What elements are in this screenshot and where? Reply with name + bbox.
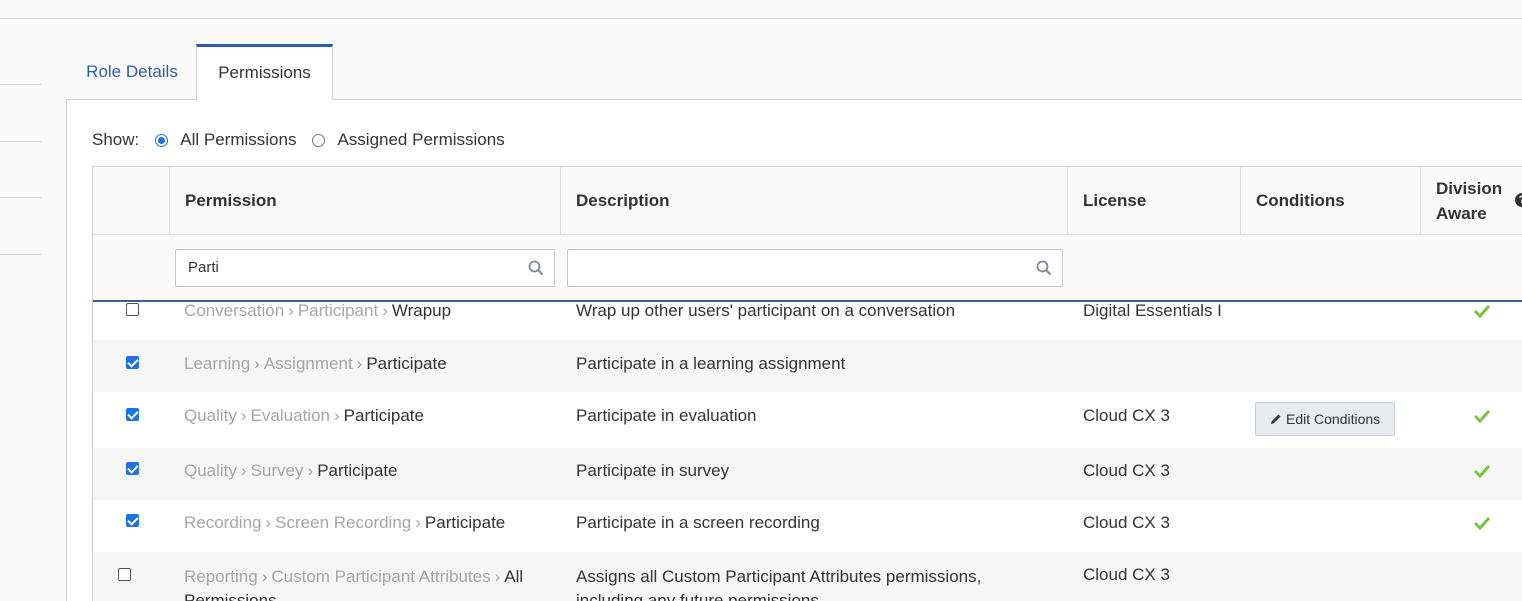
chevron-right-icon: › — [333, 406, 340, 425]
check-icon — [1474, 516, 1490, 530]
crumb: Evaluation — [250, 406, 330, 425]
crumb: Conversation — [184, 301, 285, 320]
chevron-right-icon: › — [356, 354, 363, 373]
description-header-label: Description — [576, 190, 670, 210]
all-permissions-radio[interactable] — [155, 133, 169, 147]
crumb: Quality — [184, 406, 237, 425]
permissions-table: Permission Description License Condition… — [92, 166, 1522, 601]
crumb: Quality — [184, 461, 237, 480]
edit-conditions-label: Edit Conditions — [1286, 411, 1381, 427]
page: Role Details Permissions Show: All Permi… — [0, 0, 1522, 601]
check-icon — [1474, 304, 1490, 318]
column-header-permission[interactable]: Permission — [170, 167, 561, 235]
search-icon[interactable] — [1036, 260, 1052, 276]
tab-permissions[interactable]: Permissions — [196, 44, 333, 100]
pencil-icon — [1271, 414, 1281, 424]
row-checkbox[interactable] — [118, 568, 131, 581]
top-divider — [0, 18, 1522, 19]
license-cell: Cloud CX 3 — [1083, 565, 1170, 584]
column-header-license[interactable]: License — [1068, 167, 1241, 235]
edit-conditions-button[interactable]: Edit Conditions — [1255, 402, 1396, 436]
assigned-permissions-label[interactable]: Assigned Permissions — [337, 130, 504, 150]
row-checkbox[interactable] — [126, 408, 139, 421]
crumb: Screen Recording — [275, 513, 412, 532]
crumb: Learning — [184, 354, 251, 373]
assigned-permissions-radio[interactable] — [312, 133, 326, 147]
show-filter: Show: All Permissions Assigned Permissio… — [92, 128, 521, 152]
column-header-description[interactable]: Description — [561, 167, 1068, 235]
permission-leaf: Participate — [424, 513, 506, 532]
chevron-right-icon: › — [240, 406, 247, 425]
sidebar-divider — [0, 84, 41, 85]
chevron-right-icon: › — [240, 461, 247, 480]
permission-leaf: Participate — [317, 461, 398, 480]
search-icon[interactable] — [528, 260, 544, 276]
permission-search-input[interactable]: Parti — [175, 249, 555, 287]
permission-leaf: Wrapup — [391, 301, 452, 320]
check-icon — [1474, 409, 1490, 423]
table-row[interactable]: Recording › Screen Recording › Participate P… — [93, 500, 1522, 552]
chevron-right-icon: › — [415, 513, 421, 532]
row-checkbox[interactable] — [126, 356, 139, 369]
table-row[interactable]: Reporting › Custom Participant Attributes ›… — [93, 552, 1522, 601]
chevron-right-icon: › — [494, 567, 501, 586]
permission-leaf: Participate — [343, 406, 424, 425]
table-row[interactable]: Conversation › Participant › Wrapup Wrap up … — [93, 301, 1522, 340]
chevron-right-icon: › — [307, 461, 314, 480]
show-label: Show: — [92, 130, 140, 149]
table-row[interactable]: Quality › Survey › Participate Participate i… — [93, 448, 1522, 500]
row-checkbox[interactable] — [126, 514, 139, 527]
crumb: Survey — [250, 461, 304, 480]
crumb: Custom Participant Attributes — [271, 567, 491, 586]
division-header-line2: Aware — [1436, 203, 1487, 223]
chevron-right-icon: › — [265, 513, 272, 532]
crumb: Recording — [184, 513, 262, 532]
sidebar-divider — [0, 254, 41, 255]
sidebar-divider — [0, 197, 41, 198]
table-row[interactable]: Quality › Evaluation › Participate Participa… — [93, 392, 1522, 448]
crumb: Participant — [297, 301, 379, 320]
description-cell: Assigns all Custom Participant Attribute… — [576, 567, 982, 601]
description-cell: Wrap up other users' participant on a co… — [576, 301, 956, 320]
permission-leaf: Participate — [366, 354, 447, 373]
permission-cell: Conversation › Participant › Wrapup — [184, 301, 451, 339]
chevron-right-icon: › — [288, 301, 294, 320]
filter-row: Parti — [93, 235, 1522, 302]
division-header-line1: Division — [1436, 178, 1503, 198]
row-checkbox[interactable] — [126, 303, 139, 316]
column-header-conditions[interactable]: Conditions — [1241, 167, 1421, 235]
select-column-header — [93, 167, 170, 235]
all-permissions-label[interactable]: All Permissions — [180, 130, 296, 150]
check-icon — [1474, 464, 1490, 478]
chevron-right-icon: › — [254, 354, 260, 373]
tab-role-details[interactable]: Role Details — [72, 44, 192, 100]
crumb: Assignment — [263, 354, 353, 373]
help-icon[interactable]: ? — [1515, 193, 1522, 207]
crumb: Reporting — [184, 567, 258, 586]
permission-search-value: Parti — [188, 259, 219, 276]
description-search-input[interactable] — [567, 249, 1063, 287]
column-header-division-aware[interactable]: Division Aware ? — [1421, 167, 1522, 235]
permission-cell: Reporting › Custom Participant Attributes ›… — [184, 565, 554, 601]
license-header-label: License — [1083, 190, 1147, 210]
license-cell: Digital Essentials I — [1083, 301, 1222, 320]
permission-header-label: Permission — [185, 190, 277, 210]
conditions-header-label: Conditions — [1256, 190, 1345, 210]
row-checkbox[interactable] — [126, 462, 139, 475]
sidebar-divider — [0, 141, 41, 142]
table-row[interactable]: Learning › Assignment › Participate Particip… — [93, 340, 1522, 392]
chevron-right-icon: › — [382, 301, 388, 320]
chevron-right-icon: › — [261, 567, 268, 586]
